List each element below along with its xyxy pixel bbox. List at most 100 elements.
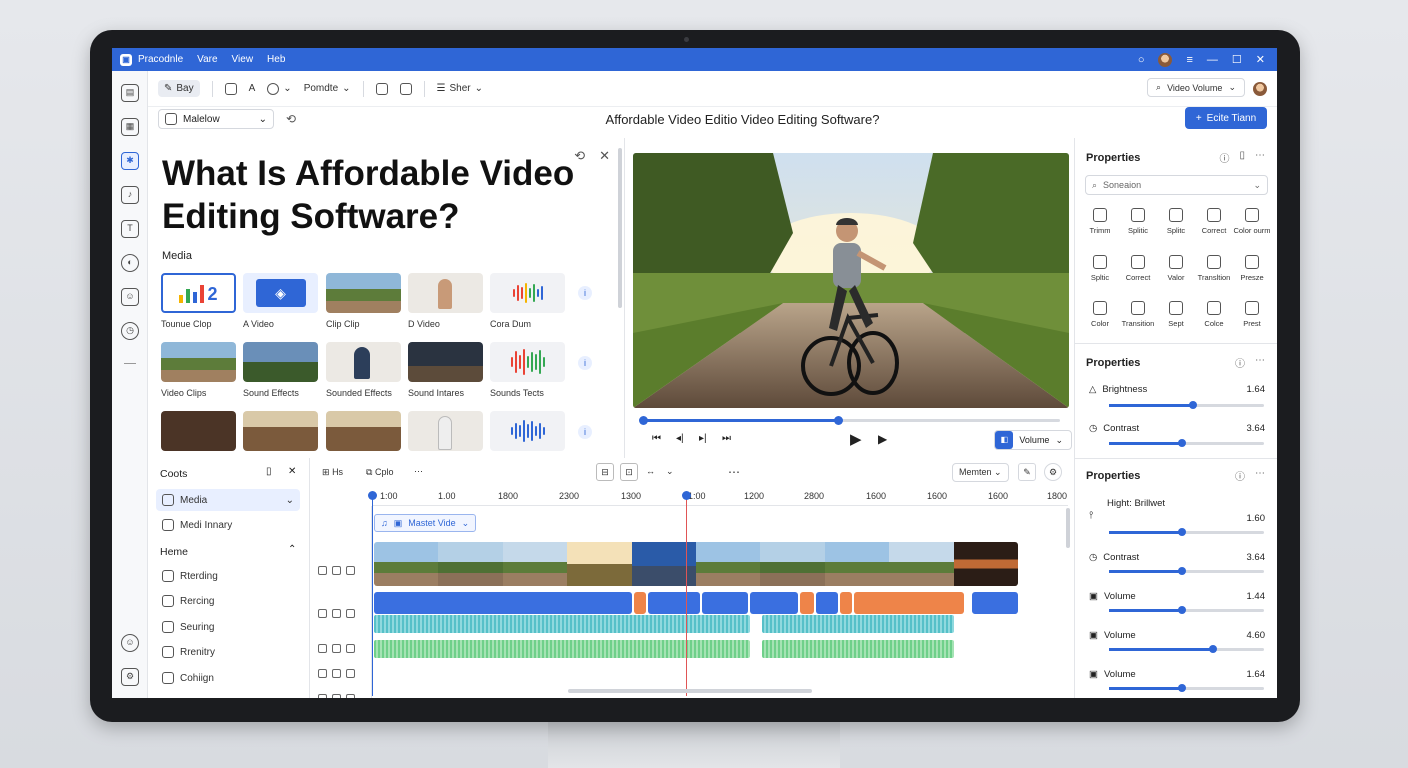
tools-item-5[interactable]: Cohiign	[156, 667, 300, 689]
maximize-icon[interactable]: ☐	[1232, 53, 1242, 66]
refresh-icon[interactable]: ⟲	[574, 148, 585, 164]
comment-tool-button[interactable]	[224, 82, 237, 95]
skip-back-icon[interactable]: ⏮	[652, 433, 661, 444]
menu-vare[interactable]: Vare	[197, 54, 217, 65]
tool-color[interactable]: Color ourm	[1233, 208, 1271, 235]
shape-tool-button[interactable]: ⌄	[267, 82, 292, 95]
brightness-slider[interactable]	[1109, 401, 1264, 409]
audio-waveform-1[interactable]	[374, 615, 750, 633]
panel-info-icon[interactable]: ⓘ	[1235, 468, 1245, 483]
collaborator-avatar[interactable]	[1253, 82, 1267, 96]
properties-search[interactable]: ⌕ Soneaion ⌄	[1085, 175, 1268, 195]
tool-split-3[interactable]: Spltic	[1081, 255, 1119, 282]
rail-color-icon[interactable]: ◐	[121, 254, 139, 272]
tool-split-2[interactable]: Splitc	[1157, 208, 1195, 235]
tool-trim[interactable]: Trimm	[1081, 208, 1119, 235]
in-point-handle[interactable]	[368, 491, 377, 500]
tool-preset[interactable]: Prest	[1233, 301, 1271, 328]
filter-icon[interactable]: ≡	[1186, 54, 1192, 66]
tool-color-2[interactable]: Color	[1081, 301, 1119, 328]
video-preview[interactable]	[633, 153, 1069, 408]
highlight-slider[interactable]	[1109, 528, 1264, 536]
crop-tool-button[interactable]	[375, 82, 388, 95]
timeline-clip[interactable]	[702, 592, 748, 614]
user-avatar[interactable]	[1158, 52, 1173, 67]
tools-item-3[interactable]: Seuring	[156, 616, 300, 638]
timeline-clip[interactable]	[648, 592, 700, 614]
rail-settings-icon[interactable]: ⚙	[121, 668, 139, 686]
tool-correct[interactable]: Correct	[1195, 208, 1233, 235]
audio-waveform-3[interactable]	[374, 640, 750, 658]
audio-waveform-2[interactable]	[762, 615, 954, 633]
panel-pin-icon[interactable]: ▯	[1239, 150, 1245, 165]
more-icon[interactable]: ⋯	[1255, 468, 1265, 483]
video-clip-strip[interactable]	[374, 542, 1018, 586]
media-tile-sound-effects[interactable]	[243, 342, 318, 382]
settings-icon[interactable]: ⚙	[1044, 463, 1062, 481]
media-tile-sounded-effects[interactable]	[326, 342, 401, 382]
timeline-clip[interactable]	[816, 592, 838, 614]
tool-sept[interactable]: Sept	[1157, 301, 1195, 328]
rail-effects-icon[interactable]: ✱	[121, 152, 139, 170]
media-tile-clip[interactable]	[326, 273, 401, 313]
tools-item-media[interactable]: Media ⌄	[156, 489, 300, 511]
next-icon[interactable]: ▶	[878, 432, 887, 446]
notification-icon[interactable]: ○	[1138, 54, 1145, 66]
volume-1-slider[interactable]	[1109, 606, 1264, 614]
volume-2-slider[interactable]	[1109, 645, 1264, 653]
rail-home-icon[interactable]: ▤	[121, 84, 139, 102]
rail-audio-icon[interactable]: ♪	[121, 186, 139, 204]
rail-text-icon[interactable]: T	[121, 220, 139, 238]
tool-transition-2[interactable]: Transition	[1119, 301, 1157, 328]
info-icon[interactable]: i	[578, 286, 592, 300]
edit-tool-button[interactable]: ✎ Bay	[158, 80, 200, 97]
playhead[interactable]	[686, 496, 687, 696]
menu-help[interactable]: Heb	[267, 54, 285, 65]
pen-icon[interactable]: ✎	[1018, 463, 1036, 481]
minimize-icon[interactable]: —	[1207, 54, 1218, 66]
tool-valor[interactable]: Valor	[1157, 255, 1195, 282]
scrubber-start-handle[interactable]	[639, 416, 648, 425]
link-icon[interactable]: ↔	[646, 466, 655, 476]
timeline-more-icon[interactable]: ⋯	[414, 466, 423, 477]
media-tile-portrait[interactable]	[408, 273, 483, 313]
media-tile-chart[interactable]: 2	[161, 273, 236, 313]
video-volume-select[interactable]: ⌕ Video Volume ⌄	[1147, 78, 1245, 97]
tool-freeze[interactable]: Presze	[1233, 255, 1271, 282]
timeline-clip[interactable]	[374, 592, 632, 614]
tools-item-media-library[interactable]: Medi Innary	[156, 514, 300, 536]
volume-control[interactable]: ◧ Volume ⌄	[994, 430, 1072, 450]
timeline-options-icon[interactable]: ⋯	[728, 465, 740, 479]
share-dropdown[interactable]: ☰ Sher ⌄	[437, 83, 483, 94]
media-tile-sound-intares[interactable]	[408, 342, 483, 382]
timeline-clip[interactable]	[840, 592, 852, 614]
media-tile-row3-1[interactable]	[161, 411, 236, 451]
timeline-clip[interactable]	[800, 592, 814, 614]
text-tool-button[interactable]: A	[249, 83, 256, 94]
chevron-down-icon[interactable]: ⌄	[666, 466, 674, 477]
step-back-icon[interactable]: ◂|	[676, 433, 684, 444]
timeline-view-select[interactable]: Memten ⌄	[952, 463, 1009, 482]
tool-transition[interactable]: Transltion	[1195, 255, 1233, 282]
timeline-tab-1[interactable]: ⊞ Hs	[322, 467, 343, 478]
edit-team-button[interactable]: + Ecite Tiann	[1185, 107, 1267, 129]
pointer-dropdown[interactable]: Pomdte ⌄	[304, 83, 351, 94]
tools-item-4[interactable]: Rrenitry	[156, 641, 300, 663]
close-icon[interactable]: ✕	[1256, 53, 1265, 66]
timeline-clip[interactable]	[634, 592, 646, 614]
tools-item-1[interactable]: Rterding	[156, 565, 300, 587]
media-tile-row3-5[interactable]	[490, 411, 565, 451]
master-video-chip[interactable]: ♫ ▣ Mastet Vide ⌄	[374, 514, 477, 532]
playhead-handle[interactable]	[682, 491, 691, 500]
more-icon[interactable]: ⋯	[1255, 355, 1265, 370]
timeline-horizontal-scrollbar[interactable]	[568, 689, 812, 693]
media-scrollbar[interactable]	[618, 148, 622, 308]
tool-correct-2[interactable]: Correct	[1119, 255, 1157, 282]
tool-colce[interactable]: Colce	[1195, 301, 1233, 328]
chevron-up-icon[interactable]: ⌃	[288, 544, 296, 555]
frame-back-icon[interactable]: ▸|	[699, 433, 707, 444]
trim-clip-icon[interactable]: ⊡	[620, 463, 638, 481]
tools-item-2[interactable]: Rercing	[156, 590, 300, 612]
scrubber-handle[interactable]	[834, 416, 844, 425]
tool-split[interactable]: Splitic	[1119, 208, 1157, 235]
